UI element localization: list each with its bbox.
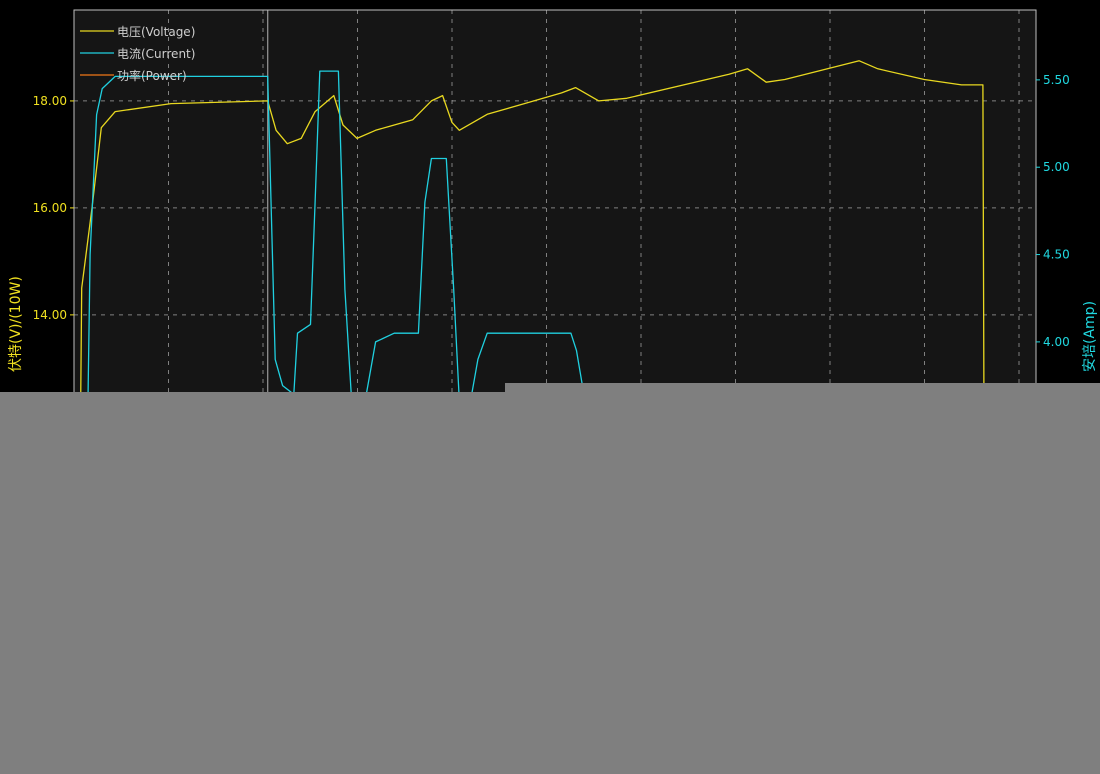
- voltage-legend-label: 电压(Voltage): [117, 25, 195, 39]
- right-tick-label: 4.50: [1043, 248, 1070, 262]
- left-tick-label: 16.00: [33, 201, 67, 215]
- right-tick-label: 4.00: [1043, 335, 1070, 349]
- left-tick-label: 18.00: [33, 94, 67, 108]
- left-tick-label: 14.00: [33, 308, 67, 322]
- chart-area: 10.0012.0014.0016.0018.00 2.503.003.504.…: [0, 0, 1100, 774]
- occluding-panel-top: [505, 383, 1100, 395]
- right-tick-label: 5.50: [1043, 73, 1070, 87]
- right-axis-title: 安培(Amp): [1082, 301, 1098, 372]
- left-axis-title: 伏特(V)/(10W): [8, 276, 24, 372]
- power-legend-label: 功率(Power): [117, 68, 187, 83]
- right-tick-label: 5.00: [1043, 160, 1070, 174]
- occluding-panel-main: [0, 392, 1100, 774]
- current-legend-label: 电流(Current): [117, 47, 195, 61]
